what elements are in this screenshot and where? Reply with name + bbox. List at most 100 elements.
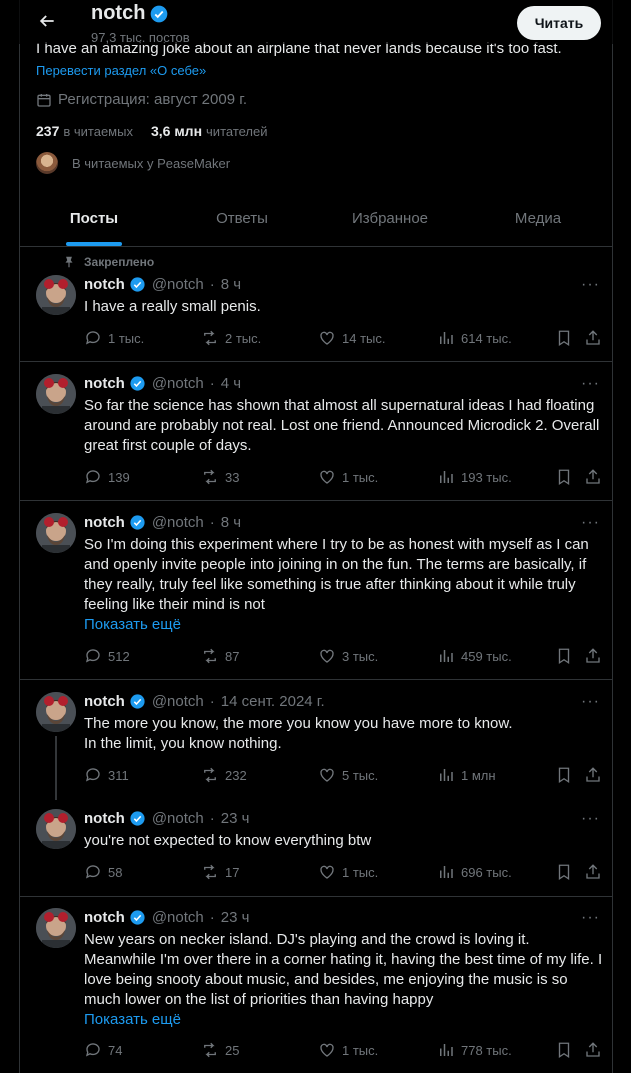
tab-highlights[interactable]: Избранное <box>316 190 464 246</box>
bookmark-button[interactable] <box>555 329 573 347</box>
share-button[interactable] <box>584 766 602 784</box>
like-button[interactable]: 3 тыс. <box>318 647 378 665</box>
share-button[interactable] <box>584 863 602 881</box>
views-button[interactable]: 696 тыс. <box>437 863 512 881</box>
repost-button[interactable]: 232 <box>201 766 247 784</box>
like-icon <box>320 331 334 345</box>
more-icon[interactable]: ··· <box>581 693 600 711</box>
repost-button[interactable]: 25 <box>201 1041 239 1059</box>
author-name[interactable]: notch <box>84 810 125 827</box>
more-icon[interactable]: ··· <box>581 276 600 294</box>
post-actions: 58 17 1 тыс. 696 тыс. <box>84 863 604 885</box>
views-button[interactable]: 193 тыс. <box>437 468 512 486</box>
more-icon[interactable]: ··· <box>581 375 600 393</box>
views-button[interactable]: 614 тыс. <box>437 329 512 347</box>
avatar[interactable] <box>36 908 76 948</box>
like-button[interactable]: 14 тыс. <box>318 329 385 347</box>
post[interactable]: Закреплено notch @notch · 8 ч ··· I have… <box>20 247 612 362</box>
author-handle[interactable]: @notch <box>152 276 204 293</box>
views-button[interactable]: 778 тыс. <box>437 1041 512 1059</box>
like-button[interactable]: 1 тыс. <box>318 1041 378 1059</box>
author-handle[interactable]: @notch <box>152 514 204 531</box>
post-actions: 512 87 3 тыс. 459 тыс. <box>84 647 604 669</box>
author-name[interactable]: notch <box>84 375 125 392</box>
dot-separator: · <box>209 514 215 531</box>
post-time[interactable]: 8 ч <box>221 276 241 293</box>
post-time[interactable]: 14 сент. 2024 г. <box>221 693 325 710</box>
post[interactable]: notch @notch · 23 ч ··· you're not expec… <box>20 797 612 897</box>
post-time[interactable]: 8 ч <box>221 514 241 531</box>
like-button[interactable]: 1 тыс. <box>318 863 378 881</box>
post-time[interactable]: 23 ч <box>221 810 250 827</box>
reply-button[interactable]: 512 <box>84 647 130 665</box>
post-header: notch @notch · 8 ч <box>84 276 241 293</box>
show-more-link[interactable]: Показать ещё <box>84 1011 181 1028</box>
tab-media[interactable]: Медиа <box>464 190 612 246</box>
more-icon[interactable]: ··· <box>581 514 600 532</box>
bookmark-button[interactable] <box>555 647 573 665</box>
post-header: notch @notch · 14 сент. 2024 г. <box>84 693 325 710</box>
reply-button[interactable]: 58 <box>84 863 122 881</box>
calendar-icon <box>37 93 51 107</box>
header-post-count: 97,3 тыс. постов <box>91 30 190 45</box>
repost-button[interactable]: 2 тыс. <box>201 329 261 347</box>
bookmark-button[interactable] <box>555 1041 573 1059</box>
translate-bio-link[interactable]: Перевести раздел «О себе» <box>36 63 206 78</box>
avatar[interactable] <box>36 275 76 315</box>
share-button[interactable] <box>584 1041 602 1059</box>
author-name[interactable]: notch <box>84 693 125 710</box>
like-button[interactable]: 5 тыс. <box>318 766 378 784</box>
share-button[interactable] <box>584 329 602 347</box>
post-text: you're not expected to know everything b… <box>84 832 372 849</box>
author-name[interactable]: notch <box>84 514 125 531</box>
reply-button[interactable]: 311 <box>84 766 129 784</box>
reply-button[interactable]: 139 <box>84 468 130 486</box>
views-button[interactable]: 459 тыс. <box>437 647 512 665</box>
share-button[interactable] <box>584 647 602 665</box>
like-icon <box>320 470 334 484</box>
post[interactable]: notch @notch · 23 ч ··· New years on nec… <box>20 897 612 1073</box>
views-button[interactable]: 1 млн <box>437 766 496 784</box>
avatar[interactable] <box>36 809 76 849</box>
author-handle[interactable]: @notch <box>152 375 204 392</box>
reply-button[interactable]: 74 <box>84 1041 122 1059</box>
share-button[interactable] <box>584 468 602 486</box>
author-handle[interactable]: @notch <box>152 810 204 827</box>
avatar[interactable] <box>36 374 76 414</box>
back-arrow-icon[interactable] <box>37 11 57 31</box>
repost-button[interactable]: 17 <box>201 863 239 881</box>
reply-button[interactable]: 1 тыс. <box>84 329 144 347</box>
bookmark-button[interactable] <box>555 468 573 486</box>
author-name[interactable]: notch <box>84 909 125 926</box>
followers-stat[interactable]: 3,6 млн читателей <box>151 123 268 139</box>
share-icon <box>586 864 600 879</box>
tab-replies[interactable]: Ответы <box>168 190 316 246</box>
follow-button[interactable]: Читать <box>517 6 601 40</box>
post[interactable]: notch @notch · 14 сент. 2024 г. ··· The … <box>20 680 612 800</box>
bookmark-icon <box>558 330 570 347</box>
show-more-link[interactable]: Показать ещё <box>84 616 181 633</box>
repost-button[interactable]: 33 <box>201 468 239 486</box>
more-icon[interactable]: ··· <box>581 810 600 828</box>
avatar[interactable] <box>36 692 76 732</box>
like-button[interactable]: 1 тыс. <box>318 468 378 486</box>
author-name[interactable]: notch <box>84 276 125 293</box>
post-time[interactable]: 23 ч <box>221 909 250 926</box>
repost-button[interactable]: 87 <box>201 647 239 665</box>
post[interactable]: notch @notch · 4 ч ··· So far the scienc… <box>20 362 612 501</box>
following-stat[interactable]: 237 в читаемых <box>36 123 133 139</box>
reply-count: 74 <box>108 1042 123 1058</box>
like-count: 14 тыс. <box>342 330 386 346</box>
followed-by[interactable]: В читаемых у PeaseMaker <box>36 152 230 174</box>
repost-count: 25 <box>225 1042 240 1058</box>
bookmark-button[interactable] <box>555 863 573 881</box>
post-time[interactable]: 4 ч <box>221 375 241 392</box>
avatar[interactable] <box>36 513 76 553</box>
more-icon[interactable]: ··· <box>581 909 600 927</box>
tab-posts[interactable]: Посты <box>20 190 168 246</box>
author-handle[interactable]: @notch <box>152 909 204 926</box>
bookmark-button[interactable] <box>555 766 573 784</box>
post-header: notch @notch · 4 ч <box>84 375 241 392</box>
author-handle[interactable]: @notch <box>152 693 204 710</box>
post[interactable]: notch @notch · 8 ч ··· So I'm doing this… <box>20 501 612 680</box>
